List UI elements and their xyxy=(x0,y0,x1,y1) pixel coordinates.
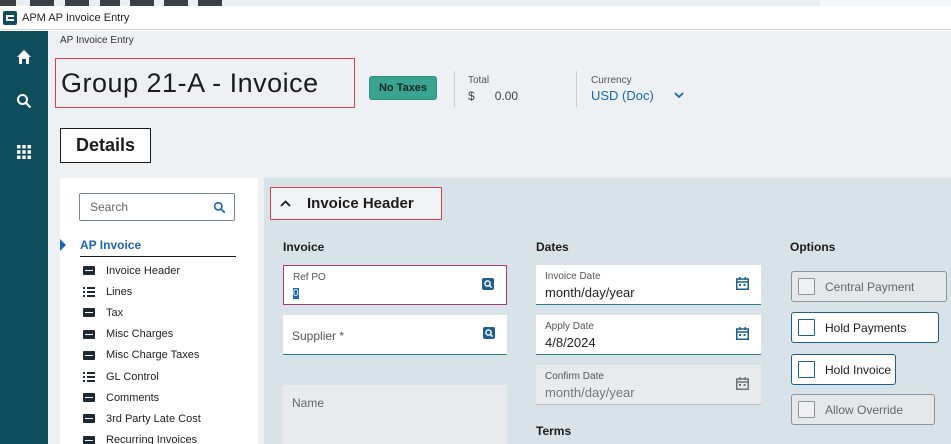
invoice-date-label: Invoice Date xyxy=(545,271,601,282)
tree-item-misc-charges[interactable]: Misc Charges xyxy=(83,324,201,345)
divider xyxy=(576,71,577,107)
allow-override-checkbox: Allow Override xyxy=(791,394,935,425)
ref-po-label: Ref PO xyxy=(293,272,326,283)
section-tree-panel: Search AP Invoice Invoice Header Lines T… xyxy=(60,178,258,444)
dates-column-label: Dates xyxy=(536,240,569,254)
tree-item-label: Lines xyxy=(106,285,133,298)
invoice-header-panel: Invoice Header Invoice Dates Options Ref… xyxy=(264,178,951,444)
breadcrumb[interactable]: AP Invoice Entry xyxy=(60,35,134,46)
list-icon xyxy=(83,286,95,297)
hold-payments-label: Hold Payments xyxy=(825,320,907,335)
chevron-up-icon xyxy=(280,200,291,207)
home-icon[interactable] xyxy=(12,45,36,69)
tree-item-label: Recurring Invoices xyxy=(106,434,198,444)
section-header-toggle[interactable]: Invoice Header xyxy=(280,195,414,212)
page-title: Group 21-A - Invoice xyxy=(61,68,319,98)
confirm-date-field: Confirm Date month/day/year xyxy=(536,365,761,405)
calendar-icon[interactable] xyxy=(736,327,749,340)
central-payment-checkbox: Central Payment xyxy=(791,271,947,302)
ref-po-value: 0 xyxy=(293,288,299,300)
calendar-icon[interactable] xyxy=(736,277,749,290)
search-placeholder: Search xyxy=(90,200,129,214)
tree-item-label: Tax xyxy=(106,306,124,319)
currency-label: Currency xyxy=(591,75,632,86)
tree-item-invoice-header[interactable]: Invoice Header xyxy=(83,260,201,281)
tree-item-label: GL Control xyxy=(106,370,159,383)
tree-root-label: AP Invoice xyxy=(80,238,142,252)
name-field: Name xyxy=(283,385,507,444)
tree-root-ap-invoice[interactable]: AP Invoice xyxy=(60,236,236,257)
main-content: AP Invoice Entry Group 21-A - Invoice No… xyxy=(48,31,951,444)
lookup-icon[interactable] xyxy=(482,278,494,290)
central-payment-label: Central Payment xyxy=(825,279,915,294)
grid-menu-icon[interactable] xyxy=(12,140,36,164)
expand-caret-icon xyxy=(60,239,66,251)
lookup-icon[interactable] xyxy=(483,327,495,339)
left-nav-rail xyxy=(0,31,48,444)
card-icon xyxy=(83,329,95,339)
tree-item-label: Invoice Header xyxy=(106,264,180,277)
tree-item-misc-charge-taxes[interactable]: Misc Charge Taxes xyxy=(83,345,201,366)
card-icon xyxy=(83,308,95,318)
options-column-label: Options xyxy=(790,240,836,254)
supplier-field[interactable]: Supplier * xyxy=(283,315,507,355)
tree-item-comments[interactable]: Comments xyxy=(83,387,201,408)
card-icon xyxy=(83,266,95,276)
supplier-placeholder: Supplier * xyxy=(292,329,345,343)
total-label: Total xyxy=(468,75,490,86)
tab-details[interactable]: Details xyxy=(60,128,151,163)
hold-payments-checkbox[interactable]: Hold Payments xyxy=(791,312,939,343)
tree-item-label: Comments xyxy=(106,391,160,404)
currency-select[interactable]: USD (Doc) xyxy=(591,88,684,103)
calendar-icon xyxy=(736,377,749,390)
card-icon xyxy=(83,435,95,444)
ref-po-field[interactable]: Ref PO 0 xyxy=(283,265,507,305)
tree-item-label: 3rd Party Late Cost xyxy=(106,412,201,425)
search-icon[interactable] xyxy=(213,201,226,214)
terms-label: Terms xyxy=(536,424,572,438)
section-title: Invoice Header xyxy=(307,195,414,212)
tree-item-tax[interactable]: Tax xyxy=(83,302,201,323)
tree-items: Invoice Header Lines Tax Misc Charges Mi… xyxy=(83,260,201,444)
total-amount: 0.00 xyxy=(494,89,519,103)
name-placeholder: Name xyxy=(292,396,325,410)
card-icon xyxy=(83,393,95,403)
divider xyxy=(454,71,455,107)
hold-invoice-label: Hold Invoice xyxy=(825,362,892,377)
invoice-date-value: month/day/year xyxy=(545,285,635,300)
list-icon xyxy=(83,371,95,382)
confirm-date-label: Confirm Date xyxy=(545,371,604,382)
search-input[interactable]: Search xyxy=(79,193,235,221)
card-icon xyxy=(83,350,95,360)
apply-date-label: Apply Date xyxy=(545,321,594,332)
tree-item-recurring-invoices[interactable]: Recurring Invoices xyxy=(83,430,201,444)
chevron-down-icon xyxy=(674,92,684,99)
currency-value: USD (Doc) xyxy=(591,88,654,103)
invoice-column-label: Invoice xyxy=(283,240,325,254)
tree-item-label: Misc Charges xyxy=(106,328,174,341)
app-logo-icon xyxy=(3,10,17,25)
total-value: $0.00 xyxy=(468,89,518,103)
apply-date-value: 4/8/2024 xyxy=(545,335,596,350)
total-currency-symbol: $ xyxy=(468,89,475,103)
window-title: APM AP Invoice Entry xyxy=(22,11,130,24)
card-icon xyxy=(83,414,95,424)
confirm-date-value: month/day/year xyxy=(545,385,635,400)
tree-item-lines[interactable]: Lines xyxy=(83,281,201,302)
hold-invoice-checkbox[interactable]: Hold Invoice xyxy=(791,354,896,385)
allow-override-label: Allow Override xyxy=(825,402,904,417)
invoice-date-field[interactable]: Invoice Date month/day/year xyxy=(536,265,761,305)
tree-item-label: Misc Charge Taxes xyxy=(106,349,200,362)
search-icon[interactable] xyxy=(12,89,36,113)
tree-item-3rd-party-late-cost[interactable]: 3rd Party Late Cost xyxy=(83,408,201,429)
tree-item-gl-control[interactable]: GL Control xyxy=(83,366,201,387)
apply-date-field[interactable]: Apply Date 4/8/2024 xyxy=(536,315,761,355)
window-titlebar: APM AP Invoice Entry xyxy=(0,6,951,30)
tax-status-badge[interactable]: No Taxes xyxy=(369,76,437,100)
